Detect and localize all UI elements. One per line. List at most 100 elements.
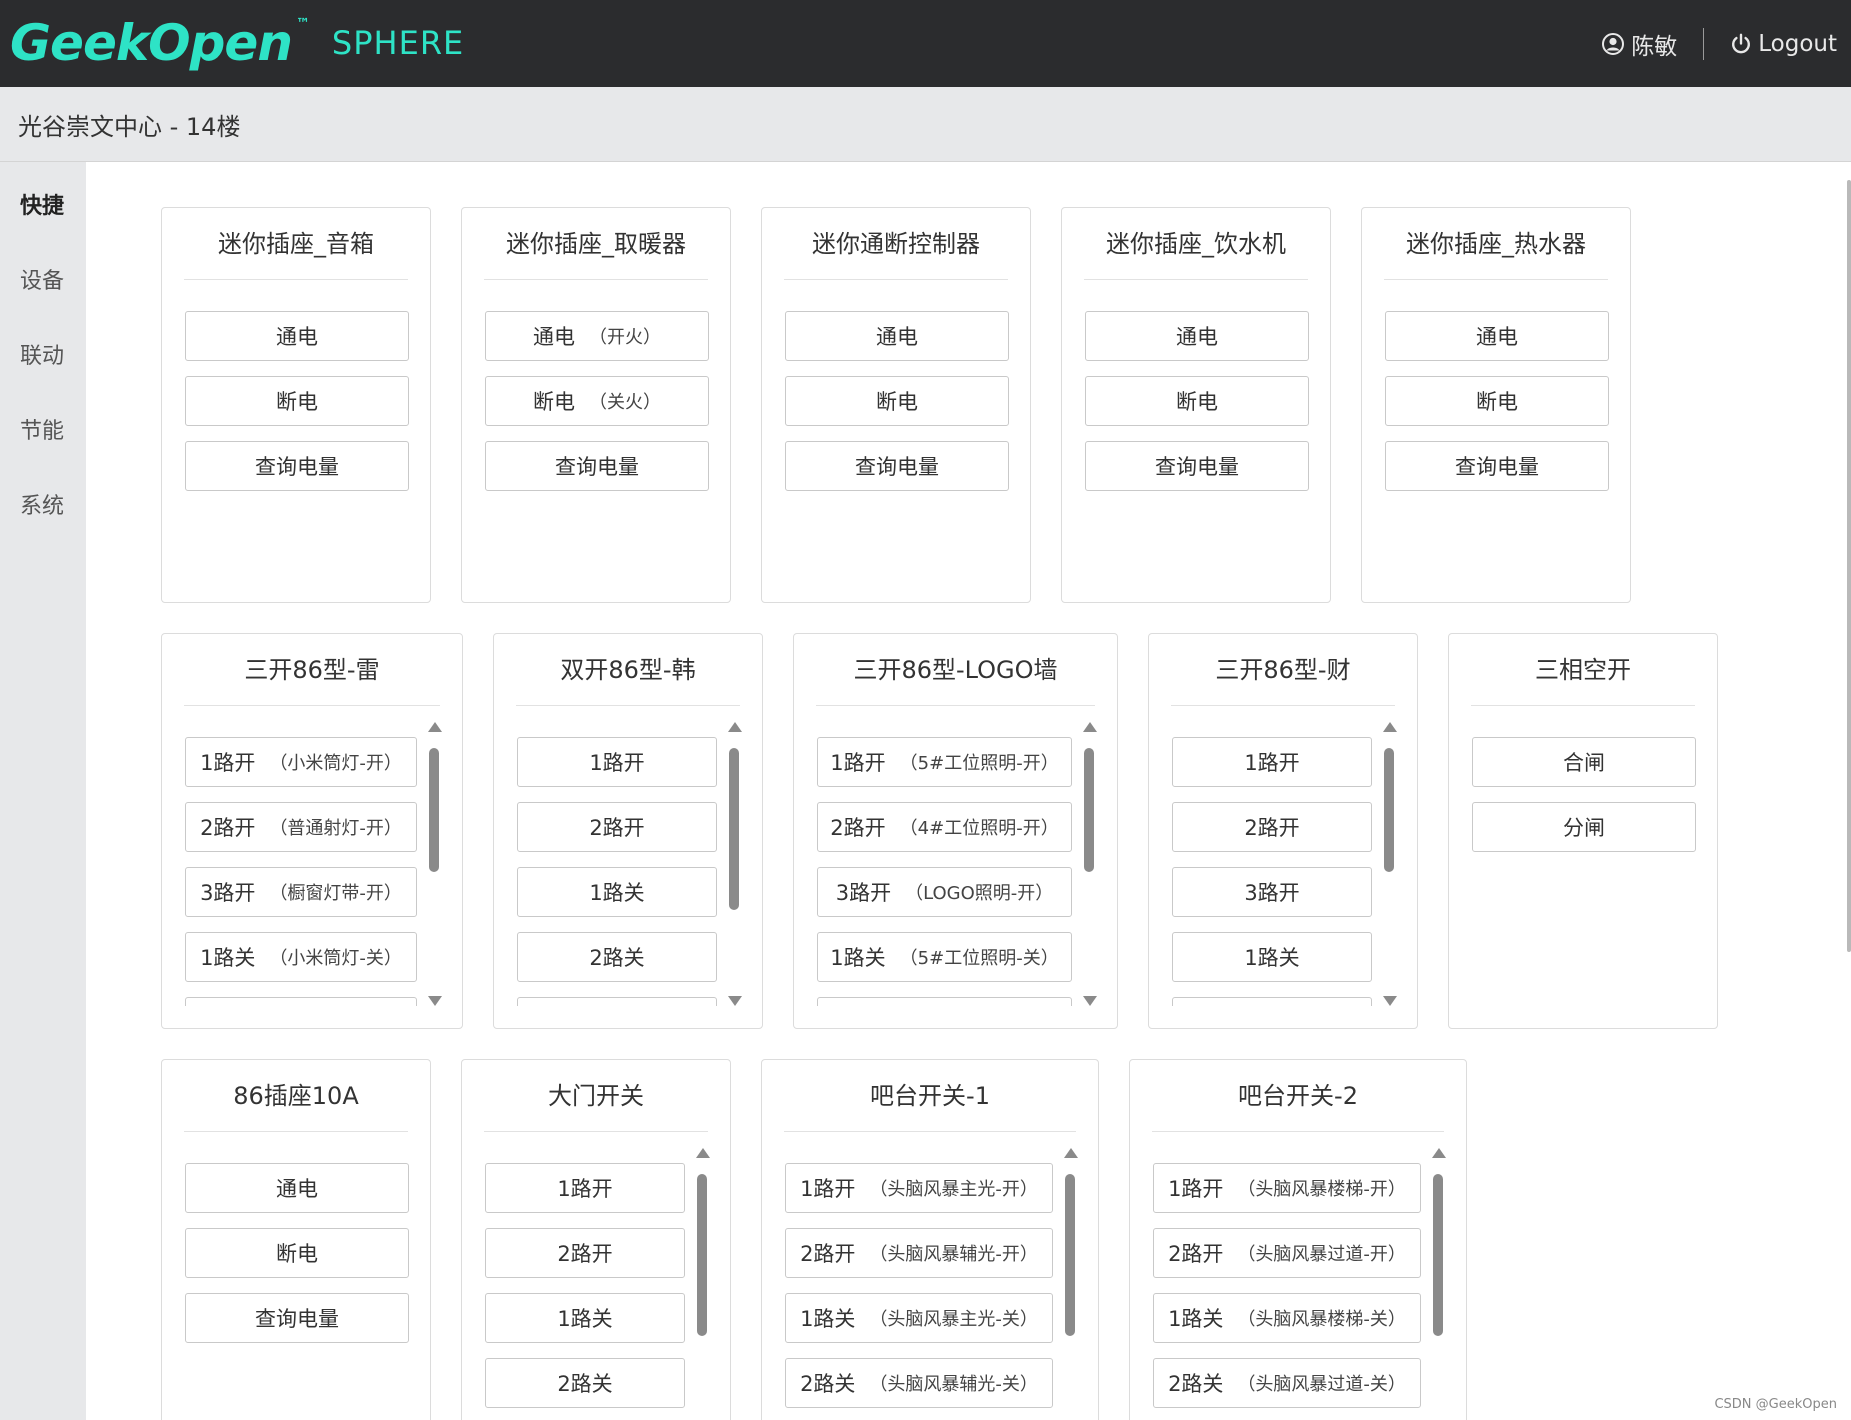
device-action-button[interactable]: 断电 <box>1085 376 1309 426</box>
button-scroll-area[interactable]: 1路开 （5#工位照明-开） 2路开 （4#工位照明-开） 3路开 （LOGO照明-开） 1… <box>816 722 1075 1006</box>
device-action-button[interactable]: 2路开 （普通射灯-开） <box>185 802 417 852</box>
device-action-button[interactable]: 2路开 <box>517 802 717 852</box>
device-action-button[interactable]: 1路关 （小米筒灯-关） <box>185 932 417 982</box>
scroll-up-arrow-icon[interactable] <box>1432 1148 1446 1158</box>
button-scroll-area[interactable]: 1路开 （头脑风暴主光-开） 2路开 （头脑风暴辅光-开） 1路关 （头脑风暴主光-关） 2… <box>784 1148 1056 1420</box>
device-action-button[interactable]: 2路开 （头脑风暴过道-开） <box>1153 1228 1421 1278</box>
device-action-button[interactable]: 通电 <box>785 311 1009 361</box>
card-scrollbar[interactable] <box>1430 1148 1446 1420</box>
device-action-button[interactable]: 通电 （开火） <box>485 311 709 361</box>
device-action-button[interactable]: 通电 <box>1385 311 1609 361</box>
device-action-button[interactable]: 2路开 <box>1172 802 1372 852</box>
device-card: 吧台开关-1 1路开 （头脑风暴主光-开） 2路开 （头脑风暴辅光-开） 1路关 （头脑风暴… <box>761 1059 1099 1420</box>
scroll-down-arrow-icon[interactable] <box>1083 996 1097 1006</box>
brand-logo[interactable]: GeekOpen ™ SPHERE <box>10 8 464 78</box>
device-card-title: 迷你通断控制器 <box>784 226 1008 280</box>
sidebar-item-energy[interactable]: 节能 <box>20 413 64 445</box>
device-action-button[interactable]: 查询电量 <box>785 441 1009 491</box>
scroll-thumb[interactable] <box>1084 748 1094 872</box>
device-action-button[interactable]: 3路开 （LOGO照明-开） <box>817 867 1072 917</box>
card-scrollbar[interactable] <box>726 722 742 1006</box>
device-action-button[interactable]: 查询电量 <box>185 441 409 491</box>
scroll-up-arrow-icon[interactable] <box>428 722 442 732</box>
device-action-button[interactable]: 1路开 （头脑风暴楼梯-开） <box>1153 1163 1421 1213</box>
card-scrollbar[interactable] <box>694 1148 710 1420</box>
sidebar-item-devices[interactable]: 设备 <box>20 263 64 295</box>
device-action-button[interactable]: 1路关 <box>485 1293 685 1343</box>
device-action-button[interactable]: 断电 （关火） <box>485 376 709 426</box>
device-action-button[interactable]: 2路开 （头脑风暴辅光-开） <box>785 1228 1053 1278</box>
device-action-button[interactable]: 2路关 <box>485 1358 685 1408</box>
device-action-button[interactable]: 2路关 （头脑风暴辅光-关） <box>785 1358 1053 1408</box>
card-scrollbar[interactable] <box>1381 722 1397 1006</box>
sidebar-item-system[interactable]: 系统 <box>20 488 64 520</box>
button-label: 1路开 <box>1168 1177 1224 1201</box>
button-label: 通电 <box>1176 325 1218 349</box>
device-action-button[interactable]: 1路开 （5#工位照明-开） <box>817 737 1072 787</box>
device-action-button[interactable]: 1路开 <box>517 737 717 787</box>
scroll-thumb[interactable] <box>1065 1174 1075 1336</box>
device-action-button[interactable]: 3路开 （橱窗灯带-开） <box>185 867 417 917</box>
device-action-button[interactable]: 断电 <box>1385 376 1609 426</box>
device-action-button[interactable]: 1路关 （头脑风暴楼梯-关） <box>1153 1293 1421 1343</box>
device-action-button[interactable]: 3路开 <box>1172 867 1372 917</box>
device-action-button[interactable]: 1路开 （头脑风暴主光-开） <box>785 1163 1053 1213</box>
scroll-thumb[interactable] <box>429 748 439 872</box>
device-action-button[interactable]: 2路开 （4#工位照明-开） <box>817 802 1072 852</box>
scroll-up-arrow-icon[interactable] <box>696 1148 710 1158</box>
card-scrollbar[interactable] <box>1081 722 1097 1006</box>
device-action-button[interactable]: 查询电量 <box>1085 441 1309 491</box>
button-scroll-area[interactable]: 1路开 （小米筒灯-开） 2路开 （普通射灯-开） 3路开 （橱窗灯带-开） 1路关 （小米筒… <box>184 722 420 1006</box>
device-action-button[interactable]: 1路关 <box>1172 932 1372 982</box>
button-scroll-area[interactable]: 1路开 2路开 1路关 2路关 <box>516 722 720 1006</box>
device-action-button[interactable]: 2路开 <box>485 1228 685 1278</box>
card-scrollbar[interactable] <box>1062 1148 1078 1420</box>
device-card-title: 三开86型-雷 <box>184 652 440 706</box>
device-action-button[interactable]: 通电 <box>1085 311 1309 361</box>
device-action-button[interactable]: 断电 <box>185 1228 409 1278</box>
scroll-thumb[interactable] <box>729 748 739 910</box>
device-action-button[interactable]: 1路开 （小米筒灯-开） <box>185 737 417 787</box>
scroll-thumb[interactable] <box>697 1174 707 1336</box>
device-action-button[interactable] <box>517 997 717 1006</box>
button-scroll-area[interactable]: 1路开 （头脑风暴楼梯-开） 2路开 （头脑风暴过道-开） 1路关 （头脑风暴楼梯-关） 2… <box>1152 1148 1424 1420</box>
sidebar-item-shortcuts[interactable]: 快捷 <box>20 188 64 220</box>
sidebar-item-linkage[interactable]: 联动 <box>20 338 64 370</box>
device-action-button[interactable]: 2路关 （头脑风暴过道-关） <box>1153 1358 1421 1408</box>
device-action-button[interactable]: 断电 <box>185 376 409 426</box>
scroll-up-arrow-icon[interactable] <box>1383 722 1397 732</box>
button-label: 分闸 <box>1563 816 1605 840</box>
user-profile-link[interactable]: 陈敏 <box>1601 27 1677 61</box>
device-action-button[interactable]: 1路关 （5#工位照明-关） <box>817 932 1072 982</box>
page-scrollbar[interactable] <box>1847 162 1851 962</box>
scroll-down-arrow-icon[interactable] <box>728 996 742 1006</box>
device-action-button[interactable]: 通电 <box>185 311 409 361</box>
device-action-button[interactable]: 查询电量 <box>1385 441 1609 491</box>
device-action-button[interactable]: 断电 <box>785 376 1009 426</box>
scroll-down-arrow-icon[interactable] <box>428 996 442 1006</box>
button-scroll-area[interactable]: 1路开 2路开 1路关 2路关 <box>484 1148 688 1420</box>
device-action-button[interactable]: 查询电量 <box>485 441 709 491</box>
device-action-button[interactable]: 2路关 <box>517 932 717 982</box>
scroll-up-arrow-icon[interactable] <box>1064 1148 1078 1158</box>
device-action-button[interactable]: 1路开 <box>1172 737 1372 787</box>
device-action-button[interactable]: 1路关 <box>517 867 717 917</box>
button-label: 断电 <box>276 390 318 414</box>
button-scroll-area[interactable]: 1路开 2路开 3路开 1路关 <box>1171 722 1375 1006</box>
device-action-button[interactable]: 通电 <box>185 1163 409 1213</box>
scroll-down-arrow-icon[interactable] <box>1383 996 1397 1006</box>
device-action-button[interactable]: 分闸 <box>1472 802 1696 852</box>
scroll-thumb[interactable] <box>1384 748 1394 872</box>
scroll-up-arrow-icon[interactable] <box>728 722 742 732</box>
device-action-button[interactable] <box>1172 997 1372 1006</box>
scroll-thumb[interactable] <box>1433 1174 1443 1336</box>
card-scrollbar[interactable] <box>426 722 442 1006</box>
device-action-button[interactable]: 合闸 <box>1472 737 1696 787</box>
device-action-button[interactable] <box>817 997 1072 1006</box>
device-action-button[interactable]: 1路开 <box>485 1163 685 1213</box>
device-action-button[interactable]: 1路关 （头脑风暴主光-关） <box>785 1293 1053 1343</box>
logout-link[interactable]: Logout <box>1730 31 1837 57</box>
device-action-button[interactable] <box>185 997 417 1006</box>
device-action-button[interactable]: 查询电量 <box>185 1293 409 1343</box>
scroll-up-arrow-icon[interactable] <box>1083 722 1097 732</box>
